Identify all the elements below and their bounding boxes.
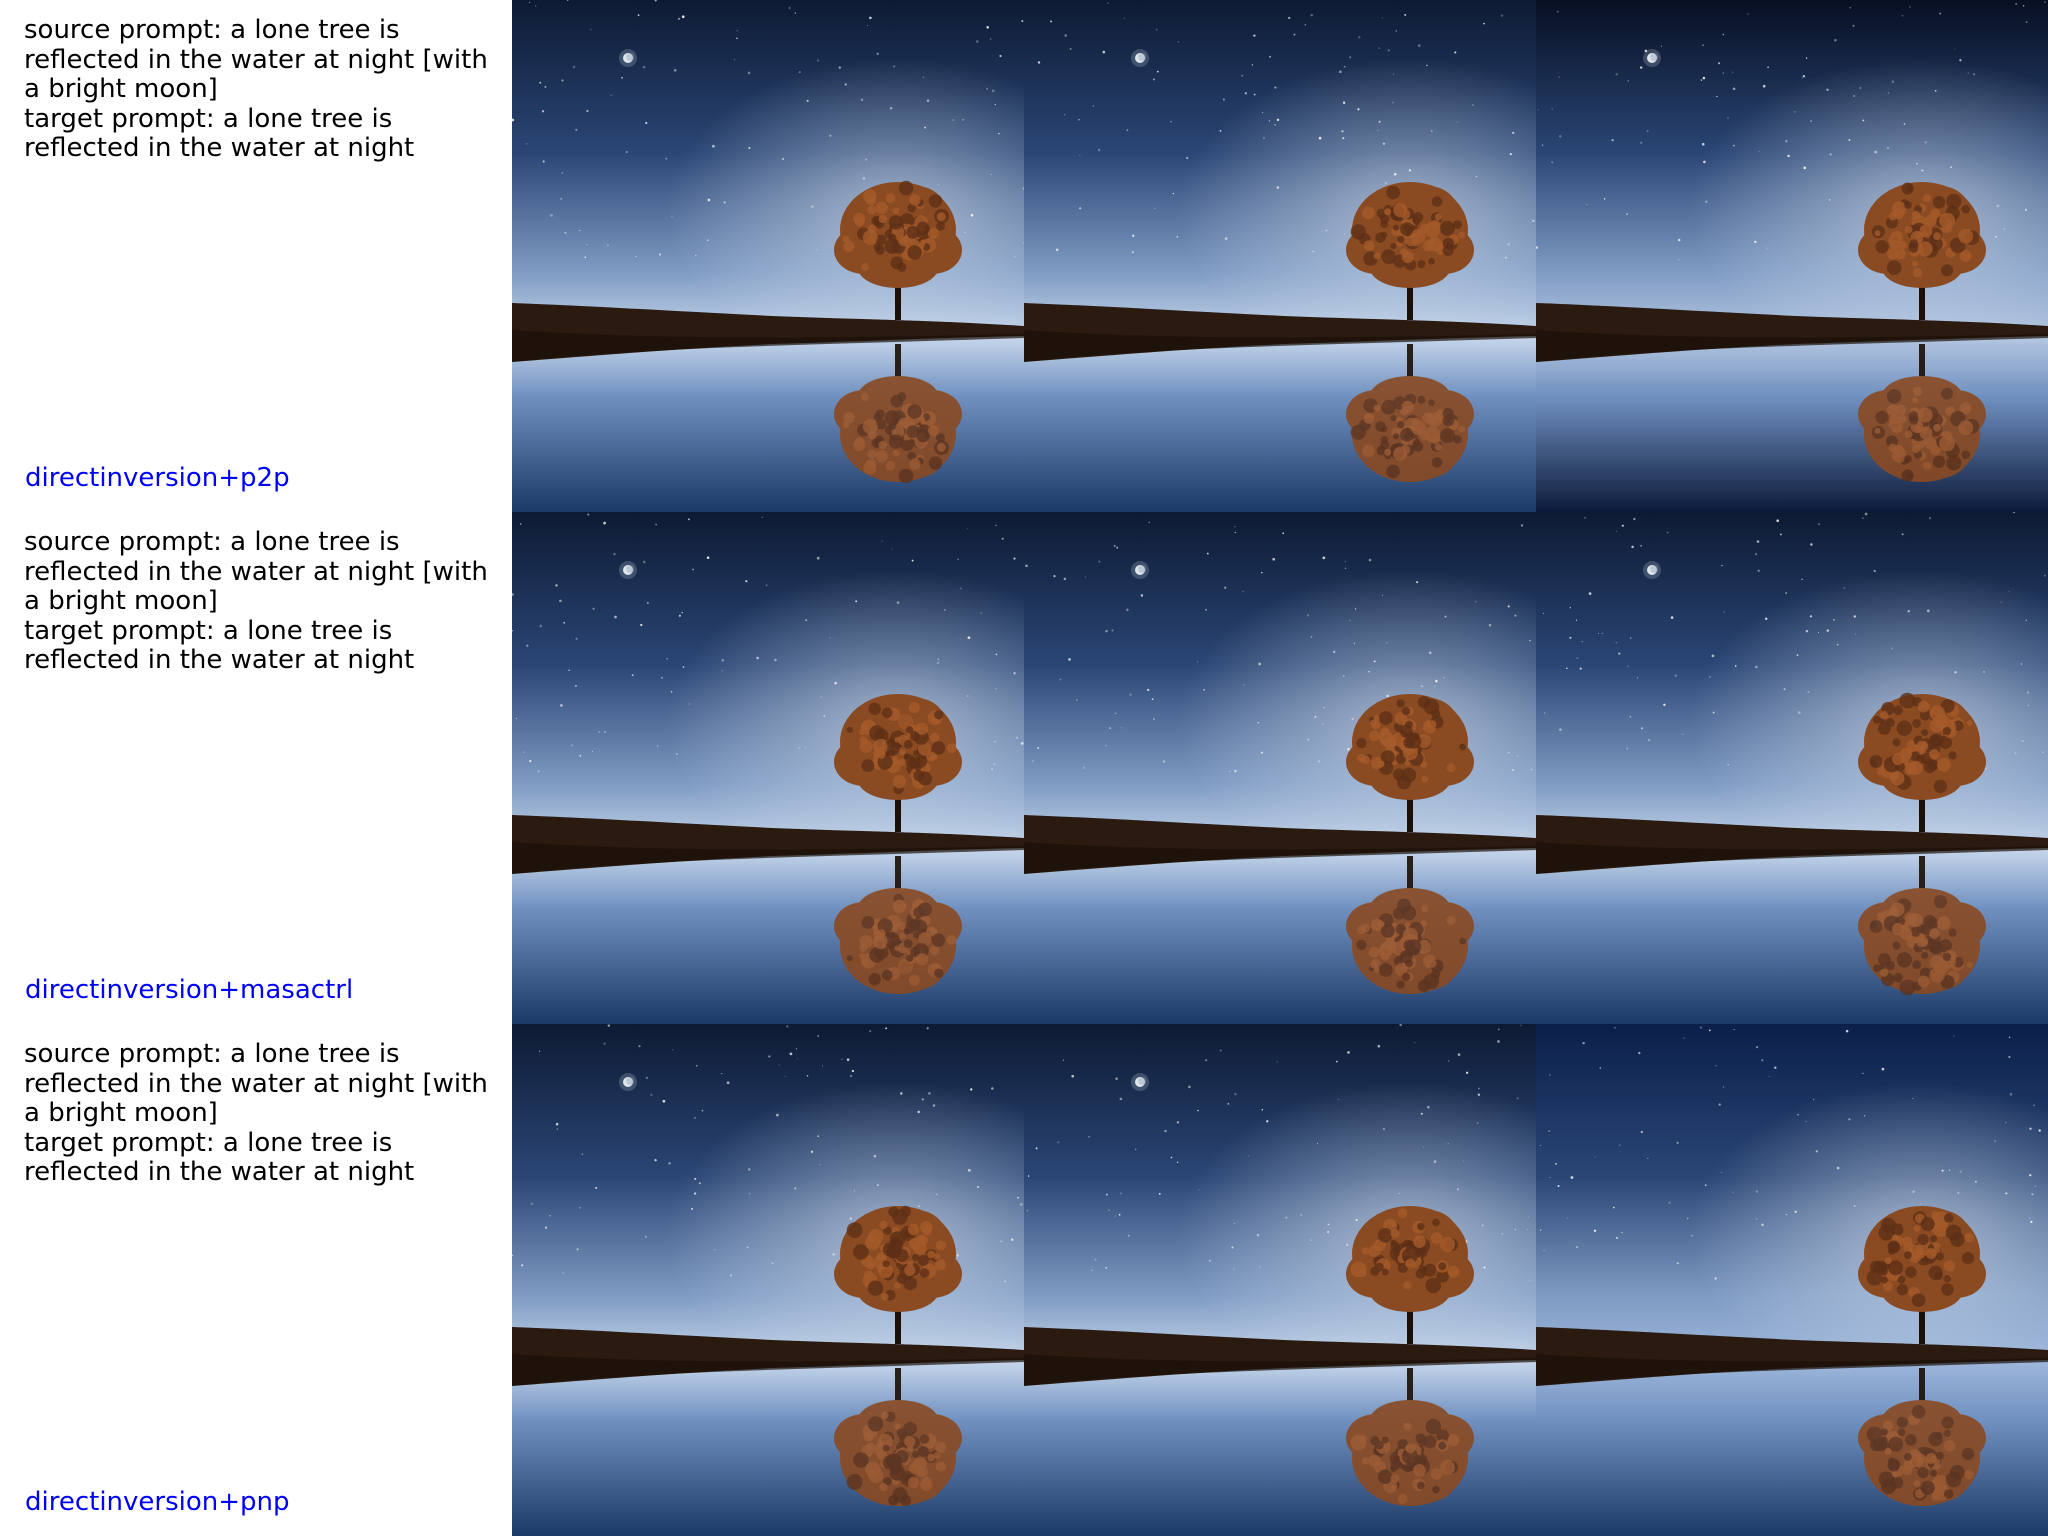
result-row-2: source prompt: a lone tree is reflected … [0,512,2048,1024]
result-image [1536,1024,2048,1536]
result-image [1536,512,2048,1024]
night-lake-scene [1024,1024,1536,1536]
label-panel: source prompt: a lone tree is reflected … [0,512,512,1024]
source-prompt: source prompt: a lone tree is reflected … [24,1039,488,1128]
method-label: directinversion+p2p [25,463,290,493]
night-lake-scene [1536,1024,2048,1536]
prompt-text: source prompt: a lone tree is reflected … [24,527,510,676]
result-row-1: source prompt: a lone tree is reflected … [0,0,2048,512]
source-prompt: source prompt: a lone tree is reflected … [24,527,488,616]
method-label: directinversion+pnp [25,1487,290,1517]
night-lake-scene [1024,0,1536,512]
result-row-3: source prompt: a lone tree is reflected … [0,1024,2048,1536]
result-image [512,1024,1024,1536]
result-image [512,512,1024,1024]
prompt-text: source prompt: a lone tree is reflected … [24,15,510,164]
night-lake-scene [512,1024,1024,1536]
result-image [1024,512,1536,1024]
prompt-text: source prompt: a lone tree is reflected … [24,1039,510,1188]
result-image [1024,0,1536,512]
source-prompt: source prompt: a lone tree is reflected … [24,15,488,104]
target-prompt: target prompt: a lone tree is reflected … [24,615,415,675]
night-lake-scene [1536,0,2048,512]
method-label: directinversion+masactrl [25,975,354,1005]
night-lake-scene [512,0,1024,512]
night-lake-scene [1024,512,1536,1024]
target-prompt: target prompt: a lone tree is reflected … [24,103,415,163]
label-panel: source prompt: a lone tree is reflected … [0,0,512,512]
night-lake-scene [1536,512,2048,1024]
night-lake-scene [512,512,1024,1024]
result-image [1536,0,2048,512]
target-prompt: target prompt: a lone tree is reflected … [24,1127,415,1187]
result-image [1024,1024,1536,1536]
label-panel: source prompt: a lone tree is reflected … [0,1024,512,1536]
result-image [512,0,1024,512]
